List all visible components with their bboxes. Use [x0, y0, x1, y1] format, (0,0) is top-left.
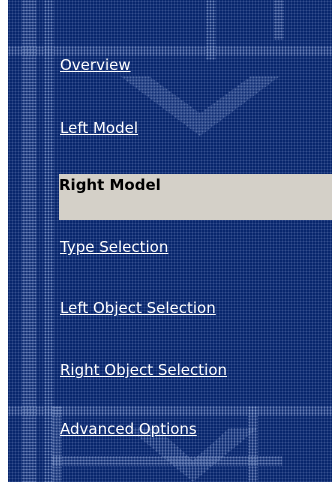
background-pattern — [52, 406, 62, 482]
overview-link[interactable]: Overview — [60, 55, 131, 75]
nav-item-right-object-selection[interactable]: Right Object Selection — [8, 360, 332, 380]
advanced-options-link[interactable]: Advanced Options — [60, 419, 197, 439]
type-selection-link[interactable]: Type Selection — [60, 237, 168, 257]
background-pattern — [248, 406, 258, 482]
nav-item-right-model-current: Right Model — [59, 174, 332, 220]
background-pattern — [274, 0, 284, 40]
nav-item-left-object-selection[interactable]: Left Object Selection — [8, 298, 332, 318]
nav-item-type-selection[interactable]: Type Selection — [8, 237, 332, 257]
left-model-link[interactable]: Left Model — [60, 118, 138, 138]
nav-item-left-model[interactable]: Left Model — [8, 118, 332, 138]
nav-item-advanced-options[interactable]: Advanced Options — [8, 419, 332, 439]
current-step-label: Right Model — [59, 176, 161, 194]
left-object-selection-link[interactable]: Left Object Selection — [60, 298, 216, 318]
right-object-selection-link[interactable]: Right Object Selection — [60, 360, 227, 380]
nav-item-overview[interactable]: Overview — [8, 55, 332, 75]
wizard-navigation-panel: Overview Left Model Right Model Type Sel… — [8, 0, 332, 482]
